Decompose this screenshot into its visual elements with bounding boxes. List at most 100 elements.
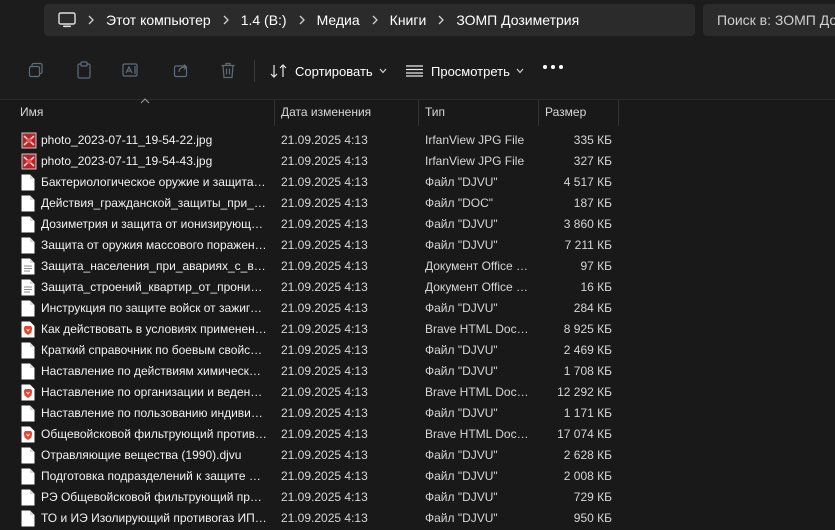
file-size: 17 074 КБ [557, 427, 612, 441]
file-size: 7 211 КБ [564, 238, 612, 252]
chevron-right-icon[interactable] [289, 4, 315, 36]
file-name: Как действовать в условиях применения ор… [41, 322, 267, 336]
file-type: Файл "DJVU" [425, 448, 498, 462]
file-type: Brave HTML Document [425, 322, 530, 336]
chevron-right-icon[interactable] [362, 4, 388, 36]
document-icon [21, 258, 37, 275]
file-row[interactable]: Защита от оружия массового поражения.djv… [0, 235, 835, 256]
file-icon [21, 174, 37, 191]
breadcrumb-books[interactable]: Книги [388, 4, 429, 36]
column-divider[interactable] [538, 100, 539, 126]
file-list: photo_2023-07-11_19-54-22.jpg 21.09.2025 … [0, 130, 835, 529]
breadcrumb-current-folder[interactable]: ЗОМП Дозиметрия [454, 4, 581, 36]
file-row[interactable]: Общевойсковой фильтрующий противогаз.htm… [0, 424, 835, 445]
file-row[interactable]: Защита_населения_при_авариях_с_выбросом.… [0, 256, 835, 277]
file-type: Документ Office Open XML [425, 280, 530, 294]
address-bar[interactable]: Этот компьютер 1.4 (B:) Медиа Книги ЗОМП… [44, 4, 695, 36]
sort-button[interactable]: Сортировать [270, 59, 387, 83]
rename-icon[interactable] [122, 61, 140, 79]
file-type: Файл "DJVU" [425, 469, 498, 483]
file-date: 21.09.2025 4:13 [281, 490, 368, 504]
file-type: IrfanView JPG File [425, 133, 525, 147]
chevron-right-icon[interactable] [78, 4, 104, 36]
file-type: Файл "DJVU" [425, 238, 498, 252]
file-date: 21.09.2025 4:13 [281, 217, 368, 231]
breadcrumb-this-pc[interactable]: Этот компьютер [104, 4, 213, 36]
view-button[interactable]: Просмотреть [406, 59, 524, 83]
brave-html-icon [21, 384, 37, 401]
file-date: 21.09.2025 4:13 [281, 364, 368, 378]
column-header-name[interactable]: Имя [20, 100, 270, 124]
file-row[interactable]: Защита_строений_квартир_от_проникновения… [0, 277, 835, 298]
file-row[interactable]: ТО и ИЭ Изолирующий противогаз ИП-4.djvu… [0, 508, 835, 529]
file-row[interactable]: Как действовать в условиях применения ор… [0, 319, 835, 340]
file-name: Дозиметрия и защита от ионизирующих излу… [41, 217, 267, 231]
file-date: 21.09.2025 4:13 [281, 385, 368, 399]
file-size: 4 517 КБ [563, 175, 612, 189]
column-header-date[interactable]: Дата изменения [281, 100, 411, 124]
file-row[interactable]: Дозиметрия и защита от ионизирующих излу… [0, 214, 835, 235]
file-icon [21, 405, 37, 422]
column-divider[interactable] [618, 100, 619, 126]
file-name: Действия_гражданской_защиты_при_радиацио… [41, 196, 267, 210]
command-bar: Сортировать Просмотреть [0, 40, 835, 100]
file-row[interactable]: Наставление по действиям химических войс… [0, 361, 835, 382]
file-row[interactable]: Отравляющие вещества (1990).djvu 21.09.20… [0, 445, 835, 466]
file-icon [21, 510, 37, 527]
column-header-type[interactable]: Тип [425, 100, 530, 124]
file-name: Подготовка подразделений к защите от ору… [41, 469, 267, 483]
file-row[interactable]: Наставление по организации и ведению.htm… [0, 382, 835, 403]
paste-icon[interactable] [75, 61, 93, 79]
share-icon[interactable] [172, 61, 190, 79]
chevron-right-icon[interactable] [428, 4, 454, 36]
file-date: 21.09.2025 4:13 [281, 196, 368, 210]
file-size: 97 КБ [580, 259, 612, 273]
file-size: 3 860 КБ [563, 217, 612, 231]
file-size: 729 КБ [573, 490, 612, 504]
file-date: 21.09.2025 4:13 [281, 511, 368, 525]
file-row[interactable]: photo_2023-07-11_19-54-22.jpg 21.09.2025 … [0, 130, 835, 151]
column-divider[interactable] [274, 100, 275, 126]
delete-icon[interactable] [219, 61, 237, 79]
file-type: Файл "DOC" [425, 196, 494, 210]
file-type: Файл "DJVU" [425, 511, 498, 525]
file-row[interactable]: Наставление по пользованию индивидуальны… [0, 403, 835, 424]
file-name: РЭ Общевойсковой фильтрующий противогаз.… [41, 490, 267, 504]
file-date: 21.09.2025 4:13 [281, 280, 368, 294]
file-row[interactable]: Бактериологическое оружие и защита от не… [0, 172, 835, 193]
file-type: Файл "DJVU" [425, 217, 498, 231]
file-size: 1 708 КБ [563, 364, 612, 378]
copy-icon[interactable] [27, 61, 45, 79]
chevron-right-icon[interactable] [213, 4, 239, 36]
more-options-icon[interactable] [543, 65, 563, 69]
file-row[interactable]: photo_2023-07-11_19-54-43.jpg 21.09.2025 … [0, 151, 835, 172]
file-name: Бактериологическое оружие и защита от не… [41, 175, 267, 189]
breadcrumb-media[interactable]: Медиа [315, 4, 362, 36]
file-name: photo_2023-07-11_19-54-22.jpg [41, 133, 213, 147]
breadcrumb-drive[interactable]: 1.4 (B:) [239, 4, 289, 36]
search-box[interactable]: Поиск в: ЗОМП Дозиметрия [703, 4, 835, 36]
this-pc-icon[interactable] [56, 4, 78, 36]
sort-label: Сортировать [295, 63, 373, 79]
file-size: 327 КБ [573, 154, 612, 168]
file-date: 21.09.2025 4:13 [281, 448, 368, 462]
search-input[interactable]: Поиск в: ЗОМП Дозиметрия [703, 4, 835, 36]
brave-html-icon [21, 321, 37, 338]
file-date: 21.09.2025 4:13 [281, 406, 368, 420]
file-icon [21, 216, 37, 233]
file-name: Отравляющие вещества (1990).djvu [41, 448, 242, 462]
file-icon [21, 195, 37, 212]
file-row[interactable]: Инструкция по защите войск от зажигатель… [0, 298, 835, 319]
file-row[interactable]: Краткий справочник по боевым свойствам.d… [0, 340, 835, 361]
file-row[interactable]: РЭ Общевойсковой фильтрующий противогаз.… [0, 487, 835, 508]
chevron-down-icon [379, 66, 387, 76]
file-size: 12 292 КБ [557, 385, 612, 399]
jpg-image-icon [21, 132, 37, 149]
file-size: 335 КБ [573, 133, 612, 147]
file-row[interactable]: Подготовка подразделений к защите от ору… [0, 466, 835, 487]
document-icon [21, 279, 37, 296]
file-row[interactable]: Действия_гражданской_защиты_при_радиацио… [0, 193, 835, 214]
column-divider[interactable] [418, 100, 419, 126]
column-header-size[interactable]: Размер [545, 100, 615, 124]
file-icon [21, 237, 37, 254]
